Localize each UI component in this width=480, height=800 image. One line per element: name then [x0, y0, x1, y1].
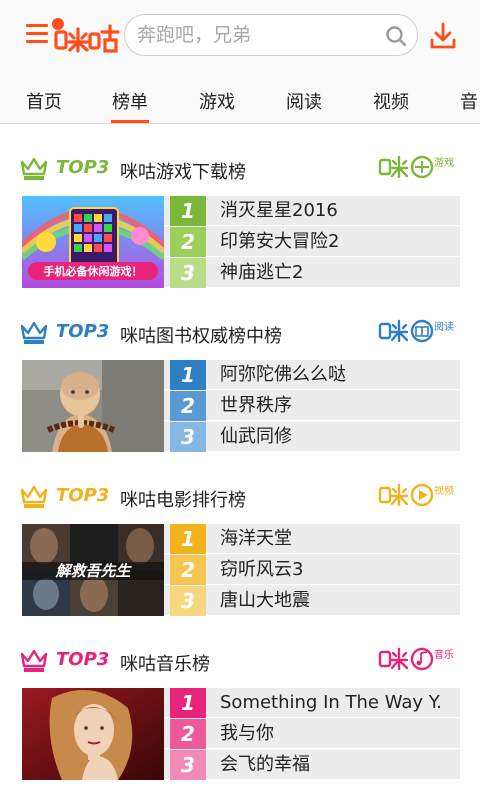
rank-number: 2 — [170, 391, 206, 421]
rank-list: 1 海洋天堂 2 窃听风云3 3 唐山大地震 — [164, 524, 460, 616]
menu-icon[interactable] — [26, 24, 48, 44]
music-thumbnail[interactable] — [22, 688, 164, 780]
crown-icon — [20, 321, 48, 344]
search-icon[interactable] — [385, 25, 407, 47]
chart-card[interactable]: 1 Something In The Way Y. 2 我与你 3 会飞的幸福 — [22, 688, 460, 780]
book-thumbnail[interactable] — [22, 360, 164, 452]
tab-bar: 首页 榜单 游戏 阅读 视频 音 — [0, 72, 480, 124]
migu-video-badge: 视频 — [378, 483, 454, 507]
crown-icon — [20, 157, 48, 180]
game-thumbnail-image: 手机必备休闲游戏！ — [22, 196, 164, 288]
rank-number: 2 — [170, 227, 206, 257]
top3-label: TOP3 — [56, 649, 110, 670]
game-thumbnail[interactable]: 手机必备休闲游戏！ — [22, 196, 164, 288]
search-box[interactable] — [124, 14, 418, 56]
section-header[interactable]: TOP3 咪咕电影排行榜 视频 — [0, 480, 480, 516]
rank-item[interactable]: 2 窃听风云3 — [164, 555, 460, 585]
rank-list: 1 Something In The Way Y. 2 我与你 3 会飞的幸福 — [164, 688, 460, 780]
section-title: 咪咕图书权威榜中榜 — [120, 326, 282, 347]
rank-number: 1 — [170, 524, 206, 554]
migu-logo — [52, 18, 120, 53]
rank-number: 3 — [170, 586, 206, 616]
chart-card[interactable]: 解救吾先生 1 海洋天堂 2 窃听风云3 3 唐山大地震 — [22, 524, 460, 616]
migu-music-badge: 音乐 — [378, 647, 454, 671]
rank-item[interactable]: 2 我与你 — [164, 719, 460, 749]
top3-label: TOP3 — [56, 321, 110, 342]
badge-label: 阅读 — [434, 320, 454, 333]
rank-item[interactable]: 2 印第安大冒险2 — [164, 227, 460, 257]
poster-title: 解救吾先生 — [54, 562, 132, 580]
rank-title: 阿弥陀佛么么哒 — [220, 364, 346, 385]
rank-title: 仙武同修 — [220, 426, 292, 447]
chart-card[interactable]: 手机必备休闲游戏！ 1 消灭星星2016 2 印第安大冒险2 3 神庙逃亡2 — [22, 196, 460, 288]
tab-home[interactable]: 首页 — [26, 88, 62, 114]
rank-number: 1 — [170, 688, 206, 718]
tab-charts[interactable]: 榜单 — [112, 88, 148, 114]
rank-item[interactable]: 3 会飞的幸福 — [164, 750, 460, 780]
rank-item[interactable]: 3 仙武同修 — [164, 422, 460, 452]
rank-item[interactable]: 1 海洋天堂 — [164, 524, 460, 554]
chart-card[interactable]: 1 阿弥陀佛么么哒 2 世界秩序 3 仙武同修 — [22, 360, 460, 452]
rank-title: 世界秩序 — [220, 395, 292, 416]
rank-list: 1 阿弥陀佛么么哒 2 世界秩序 3 仙武同修 — [164, 360, 460, 452]
rank-title: Something In The Way Y. — [220, 692, 442, 713]
rank-title: 窃听风云3 — [220, 559, 304, 580]
search-input[interactable] — [137, 23, 377, 47]
migu-reading-badge: 阅读 — [378, 319, 454, 343]
section-title: 咪咕游戏下载榜 — [120, 162, 246, 183]
tab-music[interactable]: 音 — [460, 88, 478, 114]
rank-title: 会飞的幸福 — [220, 754, 310, 775]
section-header[interactable]: TOP3 咪咕图书权威榜中榜 阅读 — [0, 316, 480, 352]
badge-label: 视频 — [434, 484, 454, 497]
thumbnail-caption: 手机必备休闲游戏！ — [44, 264, 143, 278]
rank-item[interactable]: 3 唐山大地震 — [164, 586, 460, 616]
rank-title: 海洋天堂 — [220, 528, 292, 549]
tab-reading[interactable]: 阅读 — [286, 88, 322, 114]
rank-item[interactable]: 1 阿弥陀佛么么哒 — [164, 360, 460, 390]
section-header[interactable]: TOP3 咪咕音乐榜 音乐 — [0, 644, 480, 680]
movie-thumbnail[interactable]: 解救吾先生 — [22, 524, 164, 616]
rank-number: 3 — [170, 750, 206, 780]
rank-item[interactable]: 3 神庙逃亡2 — [164, 258, 460, 288]
rank-title: 消灭星星2016 — [220, 200, 338, 221]
rank-number: 2 — [170, 555, 206, 585]
crown-icon — [20, 485, 48, 508]
rank-title: 我与你 — [220, 723, 274, 744]
tab-video[interactable]: 视频 — [373, 88, 409, 114]
section-header[interactable]: TOP3 咪咕游戏下载榜 游戏 — [0, 152, 480, 188]
crown-icon — [20, 649, 48, 672]
top3-label: TOP3 — [56, 485, 110, 506]
badge-label: 游戏 — [434, 156, 454, 169]
top3-label: TOP3 — [56, 157, 110, 178]
music-cover-image — [22, 688, 164, 780]
rank-item[interactable]: 1 Something In The Way Y. — [164, 688, 460, 718]
section-title: 咪咕音乐榜 — [120, 654, 210, 675]
rank-title: 神庙逃亡2 — [220, 262, 304, 283]
section-title: 咪咕电影排行榜 — [120, 490, 246, 511]
rank-title: 唐山大地震 — [220, 590, 310, 611]
rank-number: 1 — [170, 196, 206, 226]
rank-item[interactable]: 2 世界秩序 — [164, 391, 460, 421]
rank-number: 3 — [170, 258, 206, 288]
rank-title: 印第安大冒险2 — [220, 231, 340, 252]
rank-number: 2 — [170, 719, 206, 749]
rank-number: 1 — [170, 360, 206, 390]
download-icon[interactable] — [430, 22, 456, 50]
tab-games[interactable]: 游戏 — [199, 88, 235, 114]
migu-game-badge: 游戏 — [378, 155, 454, 179]
movie-poster-image: 解救吾先生 — [22, 524, 164, 616]
badge-label: 音乐 — [434, 648, 454, 661]
rank-item[interactable]: 1 消灭星星2016 — [164, 196, 460, 226]
active-tab-indicator — [111, 120, 149, 123]
top-header — [0, 0, 480, 72]
rank-list: 1 消灭星星2016 2 印第安大冒险2 3 神庙逃亡2 — [164, 196, 460, 288]
book-thumbnail-image — [22, 360, 164, 452]
rank-number: 3 — [170, 422, 206, 452]
